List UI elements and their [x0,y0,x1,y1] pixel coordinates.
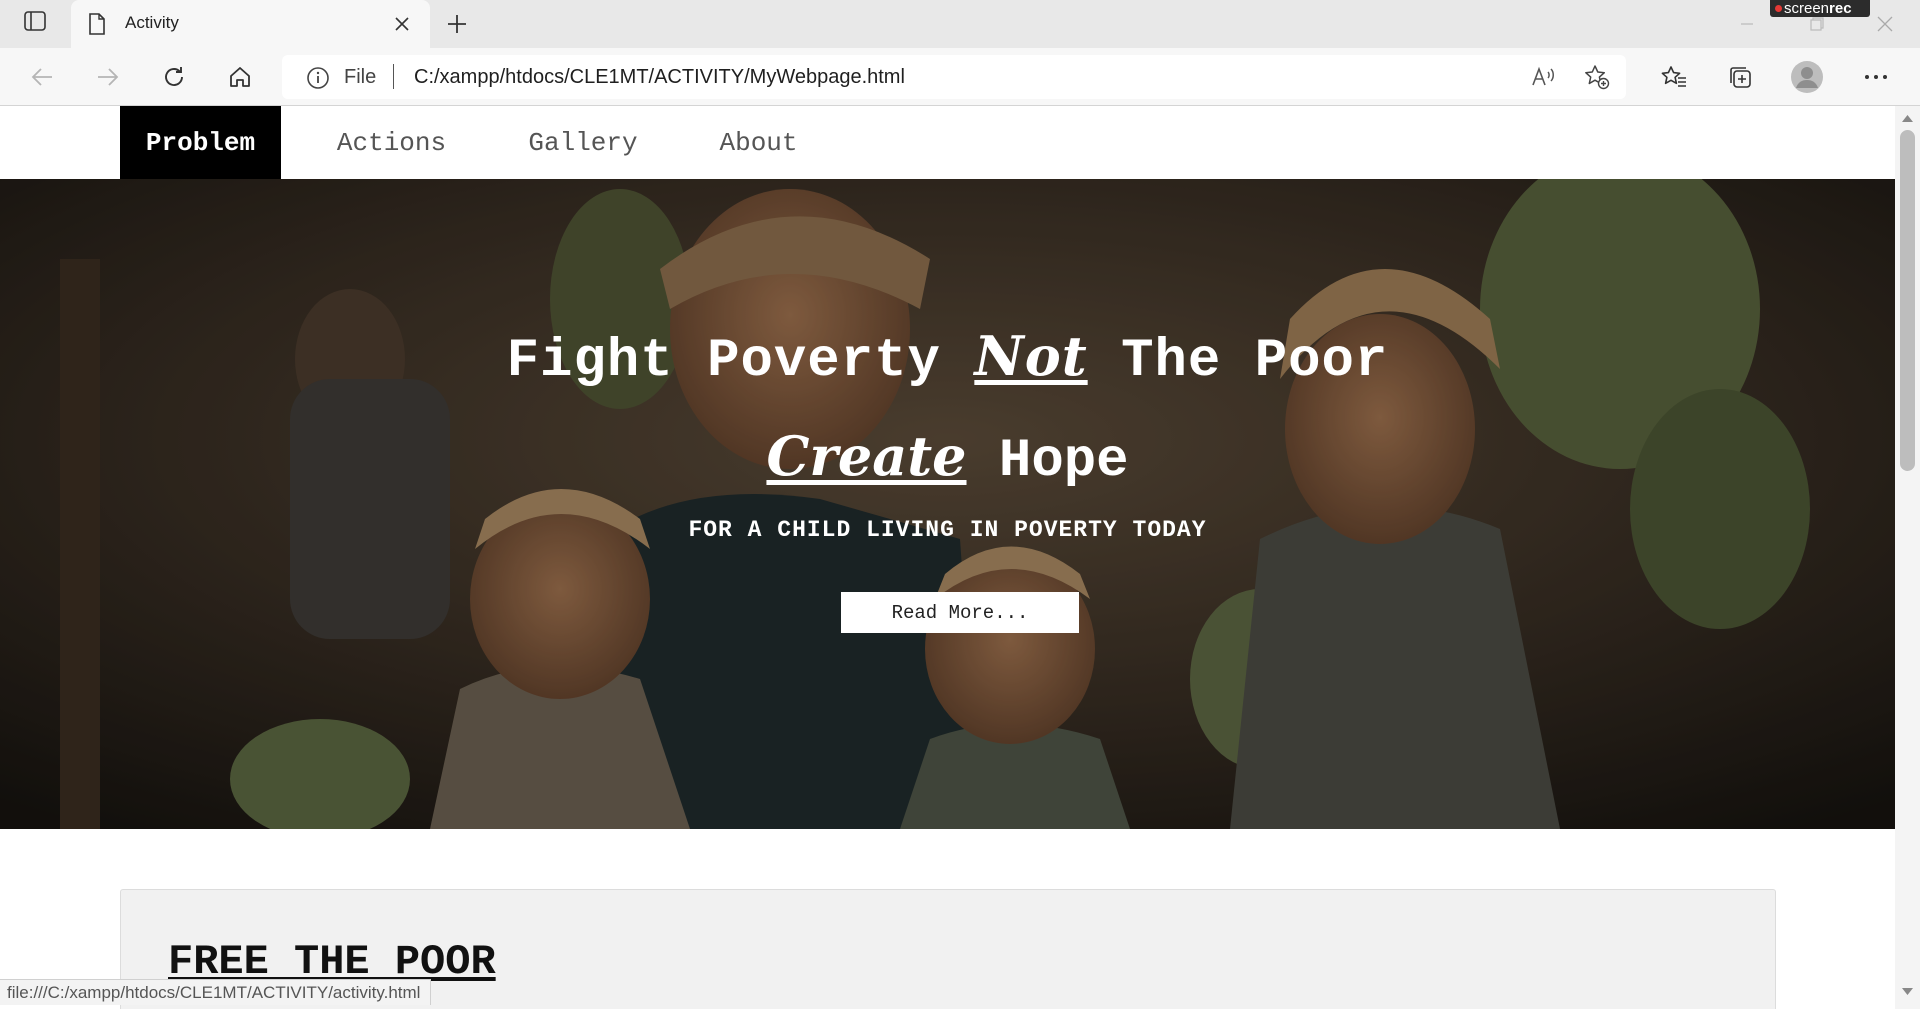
plus-icon [448,15,466,33]
page-scrollbar[interactable] [1895,106,1920,1009]
back-button[interactable] [24,59,60,95]
hero-emphasis-not: Not [974,324,1088,388]
read-aloud-icon[interactable] [1530,64,1556,90]
new-tab-button[interactable] [440,9,474,39]
address-separator [393,64,394,89]
hero-line1-after: The Poor [1087,331,1389,392]
hero-line1-before: Fight Poverty [506,331,975,392]
forward-arrow-icon [98,68,119,86]
home-button[interactable] [222,59,258,95]
site-navbar: Problem Actions Gallery About [0,106,1895,179]
reload-button[interactable] [156,59,192,95]
collections-button[interactable] [1722,59,1758,95]
back-arrow-icon [31,68,52,86]
forward-button[interactable] [90,59,126,95]
maximize-button[interactable] [1802,10,1832,38]
page-viewport: Problem Actions Gallery About Fight Pove… [0,106,1895,1009]
tab-strip: Activity screenrec [0,0,1920,48]
address-bar[interactable]: File C:/xampp/htdocs/CLE1MT/ACTIVITY/MyW… [282,55,1626,99]
scheme-label: File [344,66,377,88]
profile-button[interactable] [1789,59,1825,95]
url-text[interactable]: C:/xampp/htdocs/CLE1MT/ACTIVITY/MyWebpag… [414,66,905,89]
read-more-button[interactable]: Read More... [841,592,1079,633]
status-link-preview: file:///C:/xampp/htdocs/CLE1MT/ACTIVITY/… [0,979,432,1005]
more-icon [1865,75,1887,79]
screenrec-suffix: rec [1829,0,1852,17]
scroll-up-arrow-icon[interactable] [1902,114,1913,122]
info-icon[interactable] [306,66,330,90]
tab-title: Activity [125,13,179,32]
scroll-down-arrow-icon[interactable] [1902,988,1913,996]
favorites-icon [1661,66,1686,87]
active-tab[interactable]: Activity [71,0,430,48]
hero-subtitle: FOR A CHILD LIVING IN POVERTY TODAY [688,517,1207,543]
hero-photo [0,179,1895,829]
tab-actions-icon [24,11,46,31]
record-dot-icon [1775,5,1782,12]
page-icon [89,13,105,35]
minimize-icon [1741,23,1753,25]
more-options-button[interactable] [1858,59,1894,95]
hero-emphasis-create: Create [766,424,967,488]
nav-link-about[interactable]: About [694,106,823,179]
nav-link-actions[interactable]: Actions [309,106,474,179]
hero-banner: Fight Poverty Not The Poor Create Hope F… [0,179,1895,829]
minimize-button[interactable] [1732,10,1762,38]
tab-close-button[interactable] [389,11,415,37]
browser-toolbar: File C:/xampp/htdocs/CLE1MT/ACTIVITY/MyW… [0,48,1920,106]
reload-icon [165,67,183,86]
maximize-icon [1810,17,1824,31]
hero-headline-line2: Create Hope [0,424,1895,492]
add-favorite-icon[interactable] [1584,64,1610,90]
scrollbar-thumb[interactable] [1900,130,1915,471]
profile-icon [1791,61,1823,93]
close-icon [395,17,409,31]
favorites-button[interactable] [1656,59,1692,95]
collections-icon [1730,67,1751,88]
close-window-button[interactable] [1870,10,1900,38]
nav-link-problem[interactable]: Problem [120,106,281,179]
tab-actions-button[interactable] [17,11,53,37]
home-icon [230,67,250,87]
hero-headline-line1: Fight Poverty Not The Poor [0,324,1895,392]
close-window-icon [1877,16,1893,32]
nav-link-gallery[interactable]: Gallery [503,106,663,179]
hero-line2-after: Hope [966,431,1129,492]
